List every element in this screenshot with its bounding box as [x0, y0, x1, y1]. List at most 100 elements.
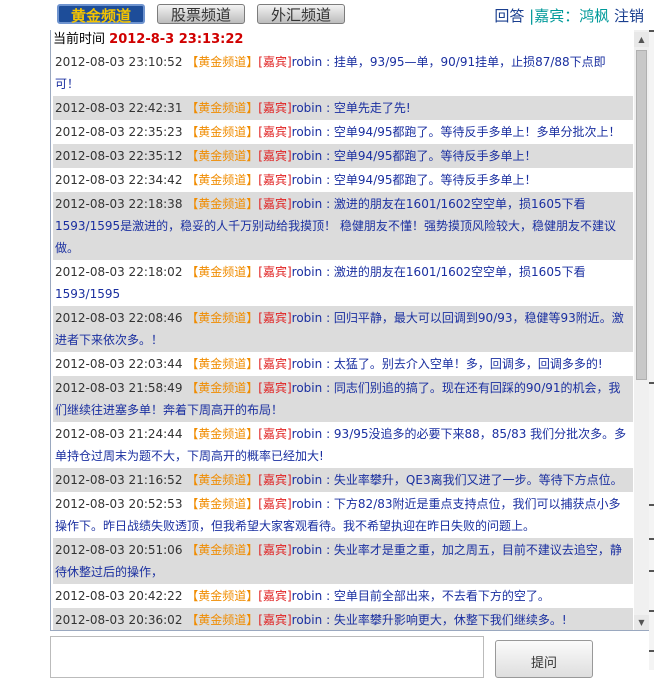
role-tag: [嘉宾] — [258, 149, 292, 163]
channel-tag: 【黄金频道】 — [186, 543, 259, 557]
role-tag: [嘉宾] — [258, 497, 292, 511]
chat-message: 2012-08-03 21:58:49 【黄金频道】[嘉宾]robin : 同志… — [53, 376, 633, 422]
author-name: robin — [291, 311, 323, 325]
chat-panel: 当前时间 2012-8-3 23:13:22 2012-08-03 23:10:… — [50, 30, 650, 631]
message-input[interactable] — [50, 636, 484, 678]
user-bar: 回答 |嘉宾：鸿枫 注销 — [494, 5, 644, 26]
timestamp: 2012-08-03 21:24:44 — [55, 427, 183, 441]
message-text: 空单94/95都跑了。等待反手多单上！多单分批次上！ — [333, 125, 621, 139]
separator: : — [322, 357, 334, 371]
author-name: robin — [291, 613, 323, 627]
scroll-down-icon[interactable]: ▼ — [634, 615, 649, 630]
separator: : — [322, 543, 334, 557]
timestamp: 2012-08-03 22:03:44 — [55, 357, 183, 371]
tab-stocks[interactable]: 股票频道 — [157, 4, 245, 24]
separator: : — [322, 473, 334, 487]
role-tag: [嘉宾] — [258, 265, 292, 279]
author-name: robin — [291, 497, 323, 511]
separator: : — [322, 149, 334, 163]
author-name: robin — [291, 55, 323, 69]
role-tag: [嘉宾] — [258, 543, 292, 557]
separator: : — [322, 497, 334, 511]
chat-message: 2012-08-03 20:42:22 【黄金频道】[嘉宾]robin : 空单… — [53, 584, 633, 608]
tab-forex[interactable]: 外汇频道 — [257, 4, 345, 24]
channel-tag: 【黄金频道】 — [186, 381, 259, 395]
chat-message: 2012-08-03 22:03:44 【黄金频道】[嘉宾]robin : 太猛… — [53, 352, 633, 376]
chat-message: 2012-08-03 20:36:02 【黄金频道】[嘉宾]robin : 失业… — [53, 608, 633, 630]
role-tag: [嘉宾] — [258, 357, 292, 371]
message-text: 失业率攀升，QE3离我们又进了一步。等待下方点位。 — [333, 473, 623, 487]
role-tag: [嘉宾] — [258, 55, 292, 69]
channel-tag: 【黄金频道】 — [186, 613, 259, 627]
logout-link[interactable]: 注销 — [614, 7, 644, 25]
channel-tag: 【黄金频道】 — [186, 311, 259, 325]
edge-mark — [649, 504, 654, 506]
channel-tag: 【黄金频道】 — [186, 125, 259, 139]
role-tag: [嘉宾] — [258, 311, 292, 325]
timestamp: 2012-08-03 22:35:12 — [55, 149, 183, 163]
chat-message: 2012-08-03 22:35:23 【黄金频道】[嘉宾]robin : 空单… — [53, 120, 633, 144]
channel-tag: 【黄金频道】 — [186, 197, 259, 211]
timestamp: 2012-08-03 22:34:42 — [55, 173, 183, 187]
channel-tag: 【黄金频道】 — [186, 357, 259, 371]
separator: : — [322, 589, 334, 603]
separator: : — [322, 101, 334, 115]
top-navigation: 黄金频道 股票频道 外汇频道 回答 |嘉宾：鸿枫 注销 — [0, 0, 654, 30]
role-tag: [嘉宾] — [258, 613, 292, 627]
current-time-value: 2012-8-3 23:13:22 — [109, 32, 244, 47]
role-tag: [嘉宾] — [258, 473, 292, 487]
channel-tag: 【黄金频道】 — [186, 427, 259, 441]
role-tag: [嘉宾] — [258, 589, 292, 603]
edge-mark — [649, 610, 654, 612]
separator: : — [322, 125, 334, 139]
chat-message: 2012-08-03 23:10:52 【黄金频道】[嘉宾]robin : 挂单… — [53, 50, 633, 96]
timestamp: 2012-08-03 21:58:49 — [55, 381, 183, 395]
role-tag: [嘉宾] — [258, 101, 292, 115]
reply-link[interactable]: 回答 — [494, 7, 524, 25]
scroll-up-icon[interactable]: ▲ — [634, 32, 649, 47]
ask-button[interactable]: 提问 — [495, 640, 593, 678]
timestamp: 2012-08-03 20:51:06 — [55, 543, 183, 557]
channel-tag: 【黄金频道】 — [186, 55, 259, 69]
chat-message: 2012-08-03 22:18:02 【黄金频道】[嘉宾]robin : 激进… — [53, 260, 633, 306]
separator: : — [322, 613, 334, 627]
author-name: robin — [291, 265, 323, 279]
channel-tag: 【黄金频道】 — [186, 473, 259, 487]
current-time-label: 当前时间 — [53, 32, 106, 47]
author-name: robin — [291, 173, 323, 187]
separator: : — [322, 197, 334, 211]
chat-scrollbar[interactable]: ▲ ▼ — [634, 30, 649, 630]
separator: : — [322, 265, 334, 279]
tab-gold[interactable]: 黄金频道 — [57, 4, 145, 25]
author-name: robin — [291, 125, 323, 139]
separator: : — [322, 427, 334, 441]
role-tag: [嘉宾] — [258, 125, 292, 139]
role-tag: [嘉宾] — [258, 173, 292, 187]
author-name: robin — [291, 427, 323, 441]
edge-mark — [649, 570, 654, 572]
message-text: 空单目前全部出来，不去看下方的空了。 — [333, 589, 550, 603]
separator: : — [322, 173, 334, 187]
separator: : — [322, 55, 334, 69]
message-text: 空单先走了先! — [333, 101, 411, 115]
scroll-thumb[interactable] — [636, 50, 647, 380]
guest-name: |嘉宾：鸿枫 — [529, 7, 610, 25]
timestamp: 2012-08-03 22:35:23 — [55, 125, 183, 139]
role-tag: [嘉宾] — [258, 381, 292, 395]
timestamp: 2012-08-03 20:52:53 — [55, 497, 183, 511]
timestamp: 2012-08-03 22:18:38 — [55, 197, 183, 211]
chat-message: 2012-08-03 20:52:53 【黄金频道】[嘉宾]robin : 下方… — [53, 492, 633, 538]
separator: : — [322, 381, 334, 395]
chat-message: 2012-08-03 22:35:12 【黄金频道】[嘉宾]robin : 空单… — [53, 144, 633, 168]
author-name: robin — [291, 543, 323, 557]
author-name: robin — [291, 381, 323, 395]
timestamp: 2012-08-03 22:18:02 — [55, 265, 183, 279]
chat-message: 2012-08-03 21:24:44 【黄金频道】[嘉宾]robin : 93… — [53, 422, 633, 468]
chat-message: 2012-08-03 22:18:38 【黄金频道】[嘉宾]robin : 激进… — [53, 192, 633, 260]
role-tag: [嘉宾] — [258, 427, 292, 441]
chat-message: 2012-08-03 22:08:46 【黄金频道】[嘉宾]robin : 回归… — [53, 306, 633, 352]
author-name: robin — [291, 357, 323, 371]
chat-message: 2012-08-03 22:42:31 【黄金频道】[嘉宾]robin : 空单… — [53, 96, 633, 120]
channel-tag: 【黄金频道】 — [186, 265, 259, 279]
chat-message: 2012-08-03 20:51:06 【黄金频道】[嘉宾]robin : 失业… — [53, 538, 633, 584]
